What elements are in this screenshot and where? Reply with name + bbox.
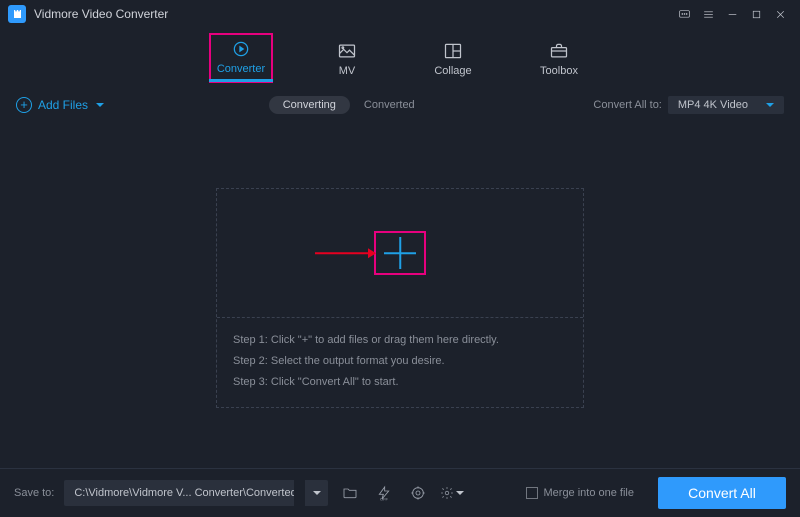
converter-icon [230,39,252,59]
main-area: Step 1: Click "+" to add files or drag t… [0,122,800,474]
minimize-button[interactable] [720,2,744,26]
save-path-field[interactable]: C:\Vidmore\Vidmore V... Converter\Conver… [64,480,294,506]
drop-zone[interactable]: Step 1: Click "+" to add files or drag t… [216,188,584,408]
chevron-down-icon [456,491,464,495]
open-folder-button[interactable] [338,481,362,505]
mv-icon [336,41,358,61]
segment-converted[interactable]: Converted [350,96,429,114]
chevron-down-icon [313,491,321,495]
step-2: Step 2: Select the output format you des… [233,351,567,372]
plus-circle-icon [16,97,32,113]
tab-collage[interactable]: Collage [421,41,485,83]
svg-text:OFF: OFF [380,496,389,501]
add-files-big-button[interactable] [374,231,426,275]
toolbox-icon [548,41,570,61]
feedback-icon[interactable] [672,2,696,26]
merge-into-one-checkbox[interactable]: Merge into one file [526,487,635,499]
tab-converter-label: Converter [217,63,265,75]
sub-bar: Add Files Converting Converted Convert A… [0,88,800,122]
chevron-down-icon [766,103,774,107]
tab-collage-label: Collage [434,65,471,77]
maximize-button[interactable] [744,2,768,26]
menu-icon[interactable] [696,2,720,26]
instructions: Step 1: Click "+" to add files or drag t… [217,318,583,407]
output-format-value: MP4 4K Video [678,99,748,111]
add-files-label: Add Files [38,98,88,112]
tab-mv[interactable]: MV [315,41,379,83]
app-logo-icon [8,5,26,23]
title-bar: Vidmore Video Converter [0,0,800,28]
checkbox-icon [526,487,538,499]
annotation-arrow-icon [315,252,375,254]
convert-all-to-label: Convert All to: [593,99,661,111]
high-speed-button[interactable] [406,481,430,505]
step-3: Step 3: Click "Convert All" to start. [233,372,567,393]
hardware-accel-button[interactable]: OFF [372,481,396,505]
save-path-dropdown[interactable] [304,480,328,506]
step-1: Step 1: Click "+" to add files or drag t… [233,330,567,351]
save-to-label: Save to: [14,487,54,499]
tab-converter[interactable]: Converter [209,33,273,83]
collage-icon [442,41,464,61]
tab-toolbox-label: Toolbox [540,65,578,77]
merge-label: Merge into one file [544,487,635,499]
main-tabbar: Converter MV Collage Toolbox [0,28,800,84]
segment-converting[interactable]: Converting [269,96,350,114]
close-button[interactable] [768,2,792,26]
convert-all-button[interactable]: Convert All [658,477,786,509]
settings-button[interactable] [440,481,464,505]
app-title: Vidmore Video Converter [34,7,168,21]
add-files-button[interactable]: Add Files [16,97,104,113]
tab-toolbox[interactable]: Toolbox [527,41,591,83]
tab-mv-label: MV [339,65,356,77]
plus-icon [384,237,416,269]
output-format-dropdown[interactable]: MP4 4K Video [668,96,784,114]
chevron-down-icon [96,103,104,107]
bottom-bar: Save to: C:\Vidmore\Vidmore V... Convert… [0,469,800,517]
